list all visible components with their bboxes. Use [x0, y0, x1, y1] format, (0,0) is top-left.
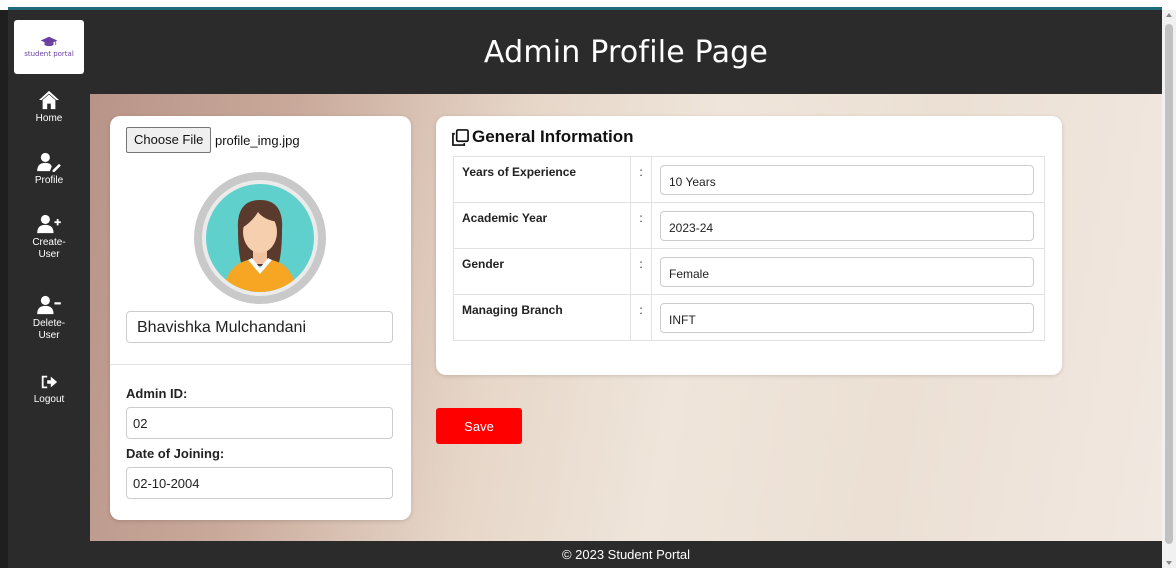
managing-branch-label: Managing Branch	[453, 294, 631, 341]
app-frame: student portal Home Profile Create- User…	[8, 10, 1162, 568]
scroll-down-arrow-icon[interactable]	[1166, 561, 1172, 565]
footer: © 2023 Student Portal	[90, 541, 1162, 568]
main-content: Choose File profile_img.jpg Bhavishka Mu…	[90, 94, 1162, 541]
sidebar-item-label: Logout	[33, 394, 65, 405]
date-of-joining-label: Date of Joining:	[126, 446, 225, 461]
logo-text: student portal	[24, 50, 74, 58]
separator: :	[630, 294, 652, 341]
years-of-experience-label: Years of Experience	[453, 156, 631, 203]
admin-id-field[interactable]: 02	[126, 407, 393, 439]
save-button[interactable]: Save	[436, 408, 522, 444]
sidebar-item-logout[interactable]: Logout	[8, 373, 90, 406]
separator: :	[630, 202, 652, 249]
date-of-joining-field[interactable]: 02-10-2004	[126, 467, 393, 499]
sidebar-item-delete-user[interactable]: Delete- User	[8, 295, 90, 342]
table-row: Gender : Female	[453, 248, 1045, 295]
page-header: Admin Profile Page	[90, 10, 1162, 94]
separator: :	[630, 156, 652, 203]
divider	[110, 364, 411, 365]
separator: :	[630, 248, 652, 295]
user-minus-icon	[37, 295, 61, 315]
academic-year-field[interactable]: 2023-24	[660, 211, 1034, 241]
user-edit-icon	[37, 152, 61, 172]
table-row: Years of Experience : 10 Years	[453, 156, 1045, 203]
admin-id-label: Admin ID:	[126, 386, 188, 401]
file-name: profile_img.jpg	[215, 133, 300, 148]
sidebar-item-profile[interactable]: Profile	[8, 152, 90, 187]
scrollbar[interactable]	[1162, 10, 1176, 568]
general-information-title: General Information	[472, 127, 634, 146]
general-information-table: Years of Experience : 10 Years Academic …	[453, 156, 1045, 341]
profile-card: Choose File profile_img.jpg Bhavishka Mu…	[110, 116, 411, 520]
copy-icon	[452, 128, 469, 146]
table-row: Academic Year : 2023-24	[453, 202, 1045, 249]
scroll-up-arrow-icon[interactable]	[1166, 13, 1172, 17]
years-of-experience-field[interactable]: 10 Years	[660, 165, 1034, 195]
gender-label: Gender	[453, 248, 631, 295]
sidebar-item-label: Delete- User	[32, 318, 66, 341]
sidebar-item-label: Create- User	[32, 237, 66, 260]
academic-year-label: Academic Year	[453, 202, 631, 249]
footer-text: © 2023 Student Portal	[561, 547, 691, 562]
graduation-cap-icon	[40, 36, 58, 47]
avatar	[194, 172, 326, 304]
user-plus-icon	[37, 214, 61, 234]
page-title: Admin Profile Page	[483, 34, 769, 70]
sidebar-item-label: Profile	[34, 175, 64, 186]
general-information-heading: General Information	[452, 127, 634, 147]
logo[interactable]: student portal	[14, 20, 84, 74]
gender-field[interactable]: Female	[660, 257, 1034, 287]
browser-top-edge	[0, 0, 1176, 10]
choose-file-button[interactable]: Choose File	[126, 127, 212, 153]
sidebar-item-label: Home	[35, 113, 63, 124]
managing-branch-field[interactable]: INFT	[660, 303, 1034, 333]
sidebar-item-create-user[interactable]: Create- User	[8, 214, 90, 261]
sign-out-icon	[41, 375, 58, 389]
home-icon	[39, 90, 59, 110]
name-field[interactable]: Bhavishka Mulchandani	[126, 311, 393, 343]
sidebar-item-home[interactable]: Home	[8, 90, 90, 125]
table-row: Managing Branch : INFT	[453, 294, 1045, 341]
scrollbar-thumb[interactable]	[1165, 24, 1173, 544]
general-information-card: General Information Years of Experience …	[436, 116, 1062, 375]
sidebar: student portal Home Profile Create- User…	[8, 10, 90, 568]
